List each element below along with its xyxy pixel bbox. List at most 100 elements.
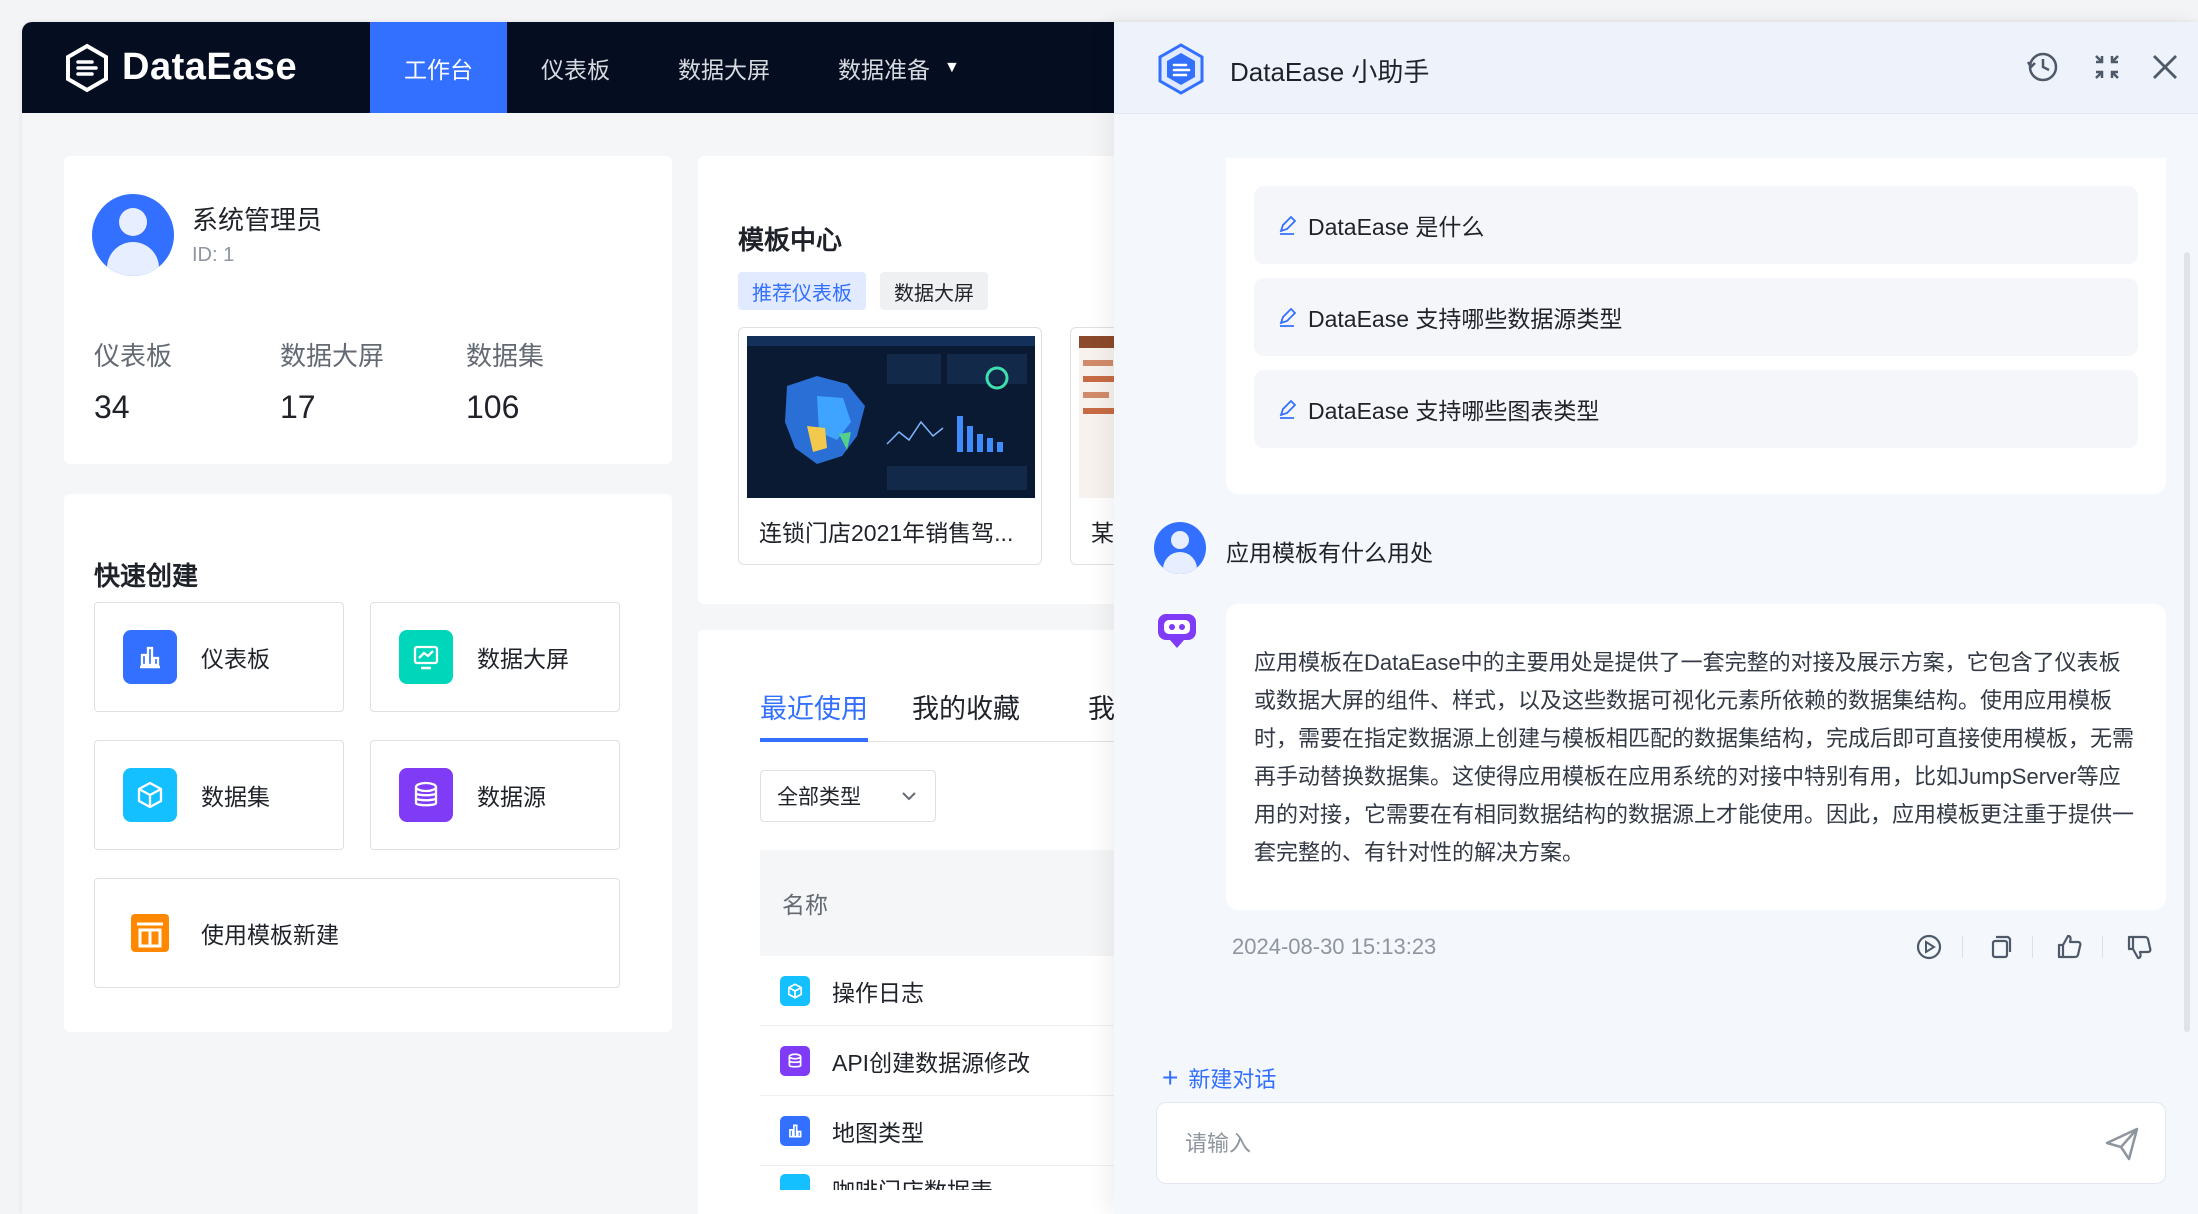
- quick-create-label: 数据大屏: [477, 646, 569, 672]
- table-row[interactable]: API创建数据源修改: [760, 1026, 1160, 1096]
- suggestion-text: DataEase 支持哪些图表类型: [1308, 398, 1600, 424]
- brand-logo[interactable]: DataEase: [22, 43, 370, 93]
- quick-create-data-screen-button[interactable]: 数据大屏: [370, 602, 620, 712]
- bar-chart-icon: [123, 630, 177, 684]
- table-header: 名称: [760, 850, 1160, 956]
- row-name: 地图类型: [832, 1119, 924, 1146]
- quick-create-label: 数据集: [201, 784, 270, 810]
- type-filter-value: 全部类型: [777, 786, 861, 809]
- tab-mine[interactable]: 我: [1088, 687, 1115, 726]
- cube-icon: [780, 1174, 810, 1190]
- assistant-logo-icon: [1158, 43, 1204, 95]
- stat-label: 数据大屏: [280, 341, 385, 371]
- assistant-header: DataEase 小助手: [1114, 22, 2198, 114]
- nav-label: 数据大屏: [678, 56, 770, 83]
- stat-dashboard: 仪表板 34: [94, 336, 172, 426]
- bot-icon: [1158, 614, 1196, 648]
- template-card-title: 某: [1091, 520, 1114, 546]
- cube-icon: [123, 768, 177, 822]
- template-card-store-sales[interactable]: 连锁门店2021年销售驾...: [738, 327, 1042, 565]
- column-name-header: 名称: [782, 892, 828, 918]
- avatar: [1154, 522, 1206, 574]
- template-card-title: 连锁门店2021年销售驾...: [759, 520, 1014, 546]
- quick-create-title: 快速创建: [94, 561, 199, 591]
- chip-data-screen[interactable]: 数据大屏: [880, 272, 988, 310]
- stat-data-screen: 数据大屏 17: [280, 336, 384, 426]
- cube-icon: [780, 975, 810, 1006]
- suggestion-item[interactable]: DataEase 支持哪些数据源类型: [1254, 278, 2138, 356]
- pencil-icon: [1279, 307, 1297, 327]
- suggestion-item[interactable]: DataEase 是什么: [1254, 186, 2138, 264]
- divider: [2032, 936, 2033, 958]
- row-name: API创建数据源修改: [832, 1049, 1031, 1076]
- user-id: ID: 1: [192, 244, 235, 266]
- thumbs-down-icon[interactable]: [2122, 930, 2156, 964]
- user-question: 应用模板有什么用处: [1226, 540, 1433, 566]
- send-icon[interactable]: [2101, 1123, 2143, 1165]
- nav-data-prep[interactable]: 数据准备 ▼: [804, 22, 994, 113]
- template-icon: [123, 906, 177, 960]
- play-icon[interactable]: [1912, 930, 1946, 964]
- quick-create-dashboard-button[interactable]: 仪表板: [94, 602, 344, 712]
- assistant-panel: DataEase 小助手 DataEase 是什么 DataEase 支持哪些数…: [1114, 22, 2198, 1214]
- nav-label: 工作台: [404, 56, 473, 83]
- user-name: 系统管理员: [192, 205, 323, 235]
- assistant-answer: 应用模板在DataEase中的主要用处是提供了一套完整的对接及展示方案，它包含了…: [1226, 604, 2166, 910]
- quick-create-label: 使用模板新建: [201, 922, 339, 948]
- answer-timestamp: 2024-08-30 15:13:23: [1232, 934, 1437, 959]
- row-name: 咖啡门店数据表: [832, 1172, 993, 1190]
- table-row[interactable]: 地图类型: [760, 1096, 1160, 1166]
- suggestion-text: DataEase 支持哪些数据源类型: [1308, 306, 1623, 332]
- nav-data-screen[interactable]: 数据大屏: [644, 22, 804, 113]
- quick-create-card: 快速创建 仪表板 数据大屏 数据集 数据源 使用模板新建: [64, 494, 672, 1032]
- type-filter-select[interactable]: 全部类型: [760, 770, 936, 822]
- nav-workbench[interactable]: 工作台: [370, 22, 507, 113]
- scrollbar[interactable]: [2184, 252, 2190, 1032]
- suggestion-text: DataEase 是什么: [1308, 214, 1485, 240]
- tab-recent[interactable]: 最近使用: [760, 687, 868, 726]
- row-name: 操作日志: [832, 979, 924, 1006]
- answer-text: 应用模板在DataEase中的主要用处是提供了一套完整的对接及展示方案，它包含了…: [1254, 650, 2135, 865]
- nav-label: 仪表板: [541, 56, 610, 83]
- stat-value: 34: [94, 389, 130, 425]
- history-icon[interactable]: [2024, 48, 2062, 86]
- divider: [1962, 936, 1963, 958]
- quick-create-label: 仪表板: [201, 646, 270, 672]
- thumbs-up-icon[interactable]: [2052, 930, 2086, 964]
- tab-active-indicator: [760, 738, 868, 742]
- chat-input[interactable]: [1185, 1121, 2065, 1167]
- stat-value: 106: [466, 389, 520, 425]
- suggestion-item[interactable]: DataEase 支持哪些图表类型: [1254, 370, 2138, 448]
- pencil-icon: [1279, 399, 1297, 419]
- divider: [2102, 936, 2103, 958]
- nav-dashboard[interactable]: 仪表板: [507, 22, 644, 113]
- tab-favorites[interactable]: 我的收藏: [912, 687, 1020, 726]
- stat-value: 17: [280, 389, 316, 425]
- quick-create-dataset-button[interactable]: 数据集: [94, 740, 344, 850]
- user-card: 系统管理员 ID: 1 仪表板 34 数据大屏 17 数据集 106: [64, 156, 672, 464]
- stat-dataset: 数据集 106: [466, 336, 544, 426]
- table-row[interactable]: 咖啡门店数据表: [760, 1166, 1160, 1190]
- new-chat-label: 新建对话: [1188, 1067, 1277, 1092]
- plus-icon: +: [1162, 1062, 1179, 1093]
- caret-down-icon: ▼: [944, 58, 960, 76]
- template-preview-image: [747, 336, 1035, 498]
- pencil-icon: [1279, 215, 1297, 235]
- chip-recommended-dashboard[interactable]: 推荐仪表板: [738, 272, 866, 310]
- collapse-icon[interactable]: [2088, 48, 2126, 86]
- avatar: [92, 194, 174, 276]
- quick-create-datasource-button[interactable]: 数据源: [370, 740, 620, 850]
- table-row[interactable]: 操作日志: [760, 956, 1160, 1026]
- monitor-chart-icon: [399, 630, 453, 684]
- database-icon: [399, 768, 453, 822]
- new-chat-button[interactable]: + 新建对话: [1162, 1062, 1276, 1094]
- close-icon[interactable]: [2146, 48, 2184, 86]
- bar-chart-icon: [780, 1115, 810, 1146]
- quick-create-label: 数据源: [477, 784, 546, 810]
- stat-label: 数据集: [466, 341, 545, 371]
- copy-icon[interactable]: [1982, 930, 2016, 964]
- stat-label: 仪表板: [94, 341, 173, 371]
- database-icon: [780, 1045, 810, 1076]
- nav-label: 数据准备: [838, 56, 930, 83]
- quick-create-from-template-button[interactable]: 使用模板新建: [94, 878, 620, 988]
